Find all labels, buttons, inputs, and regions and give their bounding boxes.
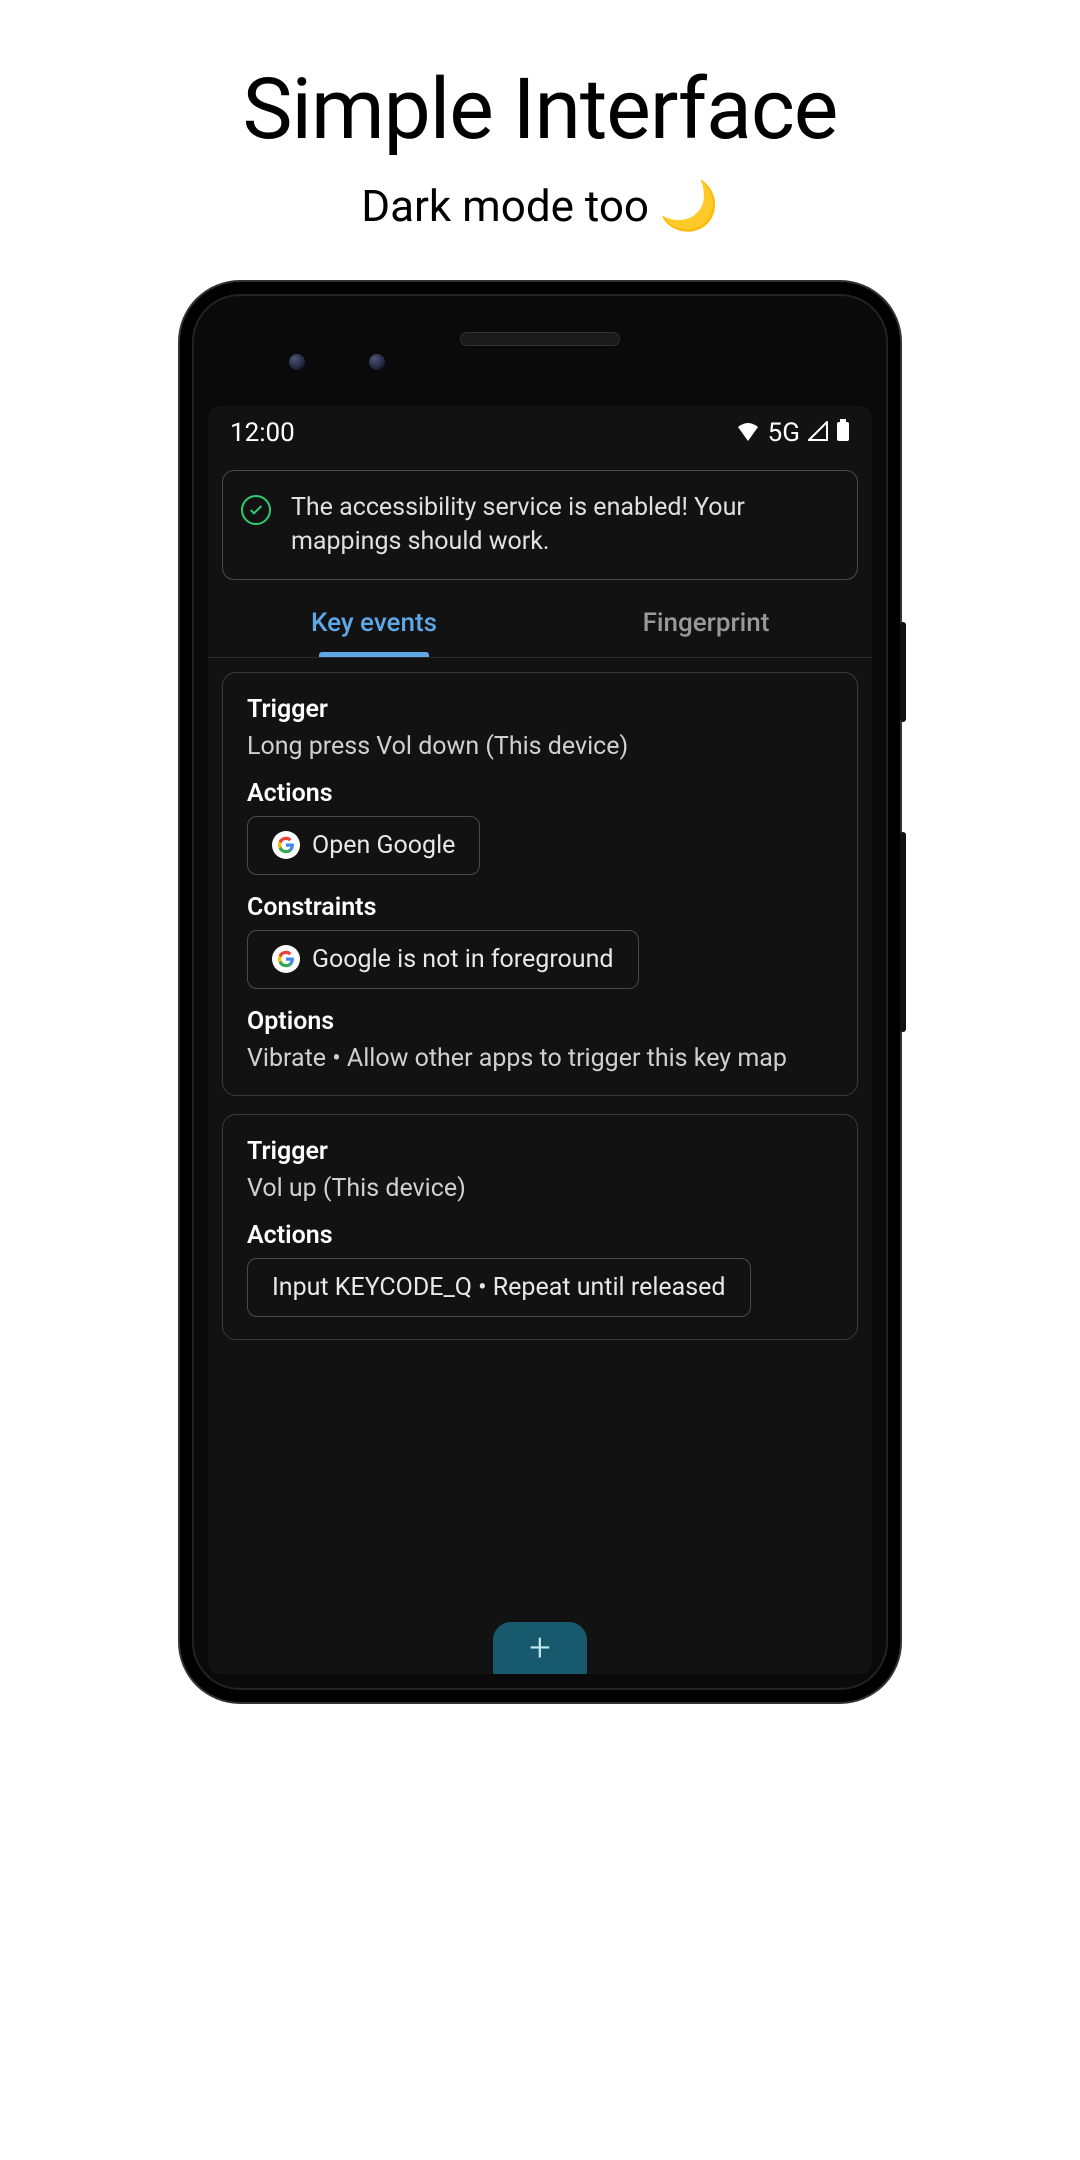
signal-icon: [808, 418, 828, 448]
keymap-card[interactable]: Trigger Vol up (This device) Actions Inp…: [222, 1114, 858, 1340]
options-label: Options: [247, 1007, 833, 1036]
status-time: 12:00: [230, 418, 295, 448]
tab-key-events[interactable]: Key events: [208, 590, 540, 657]
constraints-label: Constraints: [247, 893, 833, 922]
header-subtitle: Dark mode too 🌙: [0, 177, 1080, 234]
phone-camera: [369, 354, 385, 370]
constraint-chip[interactable]: Google is not in foreground: [247, 930, 639, 989]
chip-label: Open Google: [312, 831, 455, 860]
content[interactable]: Trigger Long press Vol down (This device…: [208, 658, 872, 1675]
subtitle-text: Dark mode too: [361, 180, 649, 232]
wifi-icon: [736, 418, 760, 448]
trigger-value: Vol up (This device): [247, 1174, 833, 1203]
tabs: Key events Fingerprint: [208, 590, 872, 658]
tab-label: Key events: [311, 608, 437, 638]
chip-label: Google is not in foreground: [312, 945, 614, 974]
tab-fingerprint[interactable]: Fingerprint: [540, 590, 872, 657]
check-circle-icon: [241, 495, 271, 525]
trigger-label: Trigger: [247, 695, 833, 724]
status-bar: 12:00 5G: [208, 406, 872, 460]
banner-text: The accessibility service is enabled! Yo…: [291, 491, 839, 559]
trigger-label: Trigger: [247, 1137, 833, 1166]
accessibility-banner[interactable]: The accessibility service is enabled! Yo…: [222, 470, 858, 580]
chip-label: Input KEYCODE_Q • Repeat until released: [272, 1273, 726, 1302]
status-icons: 5G: [736, 418, 850, 448]
google-icon: [272, 945, 300, 973]
phone-frame: 12:00 5G The ac: [180, 282, 900, 1702]
network-label: 5G: [768, 418, 800, 448]
header-title: Simple Interface: [0, 60, 1080, 159]
phone-speaker: [460, 332, 620, 346]
actions-label: Actions: [247, 1221, 833, 1250]
phone-camera: [289, 354, 305, 370]
action-chip[interactable]: Open Google: [247, 816, 480, 875]
options-value: Vibrate • Allow other apps to trigger th…: [247, 1044, 833, 1073]
action-chip[interactable]: Input KEYCODE_Q • Repeat until released: [247, 1258, 751, 1317]
tab-label: Fingerprint: [643, 608, 770, 638]
trigger-value: Long press Vol down (This device): [247, 732, 833, 761]
keymap-card[interactable]: Trigger Long press Vol down (This device…: [222, 672, 858, 1096]
phone-side-button: [900, 622, 906, 722]
marketing-header: Simple Interface Dark mode too 🌙: [0, 0, 1080, 234]
moon-icon: 🌙: [659, 177, 719, 234]
phone-side-button: [900, 832, 906, 1032]
google-icon: [272, 831, 300, 859]
battery-icon: [836, 418, 850, 448]
add-keymap-fab[interactable]: +: [493, 1622, 587, 1674]
app-screen: 12:00 5G The ac: [208, 406, 872, 1674]
actions-label: Actions: [247, 779, 833, 808]
plus-icon: +: [529, 1626, 550, 1670]
phone-inner: 12:00 5G The ac: [192, 294, 888, 1690]
